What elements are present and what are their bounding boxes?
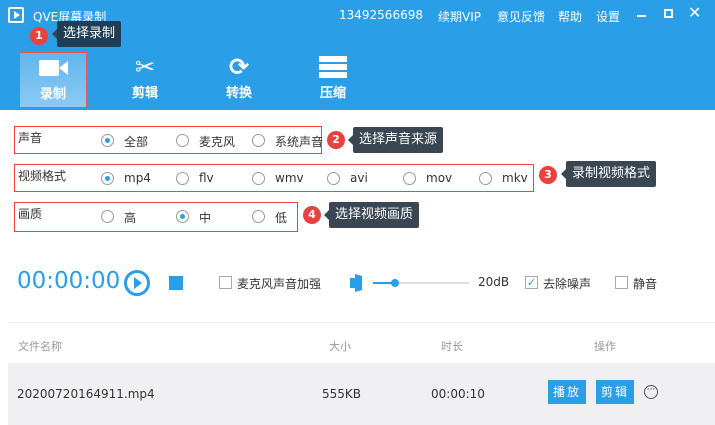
close-button[interactable]: ✕ — [688, 3, 701, 22]
tool-label: 压缩 — [319, 86, 346, 101]
step-badge: 1 — [30, 27, 48, 45]
option-label: 全部 — [124, 135, 149, 149]
menu-renew-vip[interactable]: 续期VIP — [438, 8, 481, 25]
tool-label: 录制 — [39, 87, 66, 102]
minimize-button[interactable] — [637, 15, 646, 17]
radio-quality-low[interactable] — [252, 210, 265, 223]
denoise-label: 去除噪声 — [543, 277, 592, 291]
tooltip: 录制视频格式 — [560, 161, 657, 187]
volume-slider-handle[interactable] — [391, 279, 399, 287]
option-label: mkv — [502, 171, 528, 185]
video-camera-icon — [20, 53, 86, 83]
menu-help[interactable]: 帮助 — [558, 8, 582, 25]
option-label: 麦克风 — [199, 135, 236, 149]
tooltip: 选择录制 — [51, 21, 122, 47]
option-label: 高 — [124, 211, 137, 225]
format-group — [14, 164, 534, 192]
option-label: 系统声音 — [275, 135, 324, 149]
option-label: mp4 — [124, 171, 151, 185]
column-header-duration: 时长 — [441, 340, 463, 353]
edit-file-button[interactable]: 剪辑 — [596, 380, 634, 404]
tooltip: 选择声音来源 — [347, 127, 444, 153]
radio-format-mp4[interactable] — [101, 172, 114, 185]
radio-format-flv[interactable] — [176, 172, 189, 185]
option-label: avi — [350, 171, 368, 185]
format-label: 视频格式 — [18, 169, 67, 183]
tool-convert[interactable]: ⟳ 转换 — [205, 52, 273, 108]
step-badge: 3 — [539, 166, 557, 184]
radio-format-mkv[interactable] — [479, 172, 492, 185]
mute-label: 静音 — [633, 277, 658, 291]
radio-quality-high[interactable] — [101, 210, 114, 223]
maximize-button[interactable] — [664, 9, 673, 18]
file-duration: 00:00:10 — [431, 387, 485, 401]
mute-checkbox[interactable] — [615, 276, 628, 289]
app-logo-icon — [8, 7, 24, 23]
column-header-name: 文件名称 — [18, 340, 62, 353]
menu-feedback[interactable]: 意见反馈 — [497, 8, 545, 25]
volume-icon-cone — [355, 274, 362, 292]
denoise-checkbox[interactable]: ✓ — [525, 276, 538, 289]
tool-label: 转换 — [225, 86, 252, 101]
divider — [8, 322, 715, 323]
mic-boost-checkbox[interactable] — [219, 276, 232, 289]
quality-label: 画质 — [18, 207, 43, 221]
step-badge: 4 — [303, 206, 321, 224]
tool-label: 剪辑 — [131, 86, 158, 101]
tooltip: 选择视频画质 — [323, 202, 420, 228]
option-label: 低 — [275, 211, 288, 225]
radio-format-mov[interactable] — [403, 172, 416, 185]
record-timer: 00:00:00 — [17, 268, 121, 294]
volume-value: 20dB — [478, 275, 510, 289]
radio-format-avi[interactable] — [327, 172, 340, 185]
option-label: 中 — [199, 211, 212, 225]
tool-edit[interactable]: ✂ 剪辑 — [111, 52, 179, 108]
file-size: 555KB — [322, 387, 362, 401]
radio-audio-all[interactable] — [101, 134, 114, 147]
radio-quality-medium[interactable] — [176, 210, 189, 223]
option-label: mov — [426, 171, 453, 185]
mic-boost-label: 麦克风声音加强 — [237, 277, 322, 291]
tool-record[interactable]: 录制 — [19, 52, 87, 108]
column-header-actions: 操作 — [594, 340, 616, 353]
menu-settings[interactable]: 设置 — [596, 8, 620, 25]
radio-audio-mic[interactable] — [176, 134, 189, 147]
radio-audio-system[interactable] — [252, 134, 265, 147]
account-phone: 13492566698 — [339, 8, 423, 22]
audio-label: 声音 — [18, 131, 43, 145]
refresh-icon: ⟳ — [228, 53, 250, 81]
column-header-size: 大小 — [329, 340, 351, 353]
tool-compress[interactable]: 压缩 — [299, 52, 367, 108]
radio-format-wmv[interactable] — [252, 172, 265, 185]
stop-button[interactable] — [169, 276, 183, 290]
file-name: 20200720164911.mp4 — [17, 387, 155, 401]
option-label: flv — [199, 171, 214, 185]
option-label: wmv — [275, 171, 304, 185]
compress-icon — [299, 52, 367, 82]
play-file-button[interactable]: 播放 — [548, 380, 586, 404]
more-options-icon[interactable]: ··· — [644, 385, 658, 399]
play-button[interactable] — [124, 270, 150, 296]
scissors-icon: ✂ — [134, 53, 156, 81]
step-badge: 2 — [327, 131, 345, 149]
